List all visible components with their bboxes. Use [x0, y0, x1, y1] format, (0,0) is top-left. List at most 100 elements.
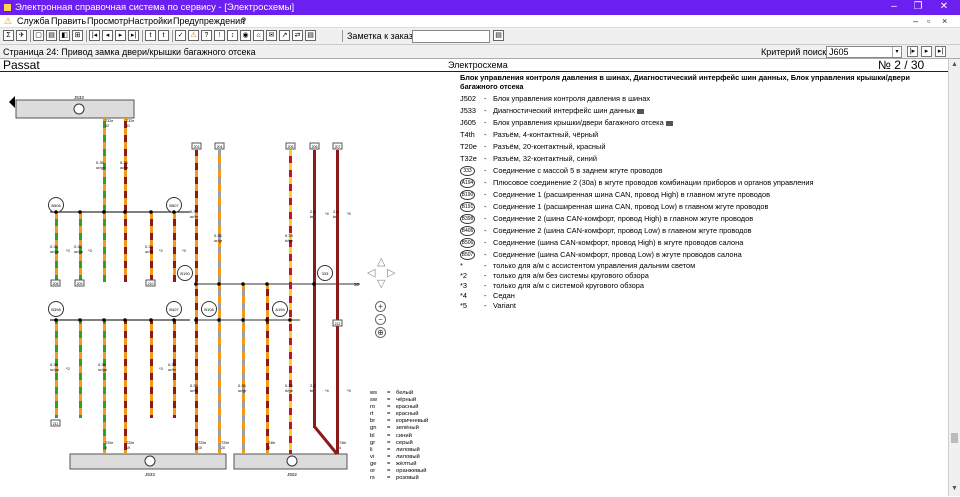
app-icon [3, 3, 12, 12]
prev-page-button[interactable]: ◂ [102, 30, 113, 41]
ref-box[interactable]: 212 [332, 319, 343, 327]
zoom-in-icon[interactable]: + [375, 301, 386, 312]
legend-dash: - [484, 166, 487, 175]
toolbar-separator [142, 30, 143, 42]
wire-or-gn [79, 320, 82, 418]
pan-up-icon[interactable]: △ [377, 255, 385, 268]
splice-b407[interactable]: B407 [166, 301, 182, 317]
mail-button[interactable]: ✉ [266, 30, 277, 41]
menu-view[interactable]: Просмотр [87, 15, 128, 28]
ref-box[interactable]: 205 [285, 142, 296, 150]
splice-b190[interactable]: B190 [177, 265, 193, 281]
search-last-button[interactable]: ▸| [935, 46, 946, 57]
note-button[interactable]: ▤ [493, 30, 504, 41]
ref-box[interactable]: 204 [214, 142, 225, 150]
menu-edit[interactable]: Править [51, 15, 86, 28]
search-criteria-select[interactable]: J605 ▾ [826, 46, 902, 58]
legend-row: T4th - Разъём, 4-контактный, чёрный [460, 129, 944, 141]
legend-note-row: *4 - Седан [460, 291, 944, 301]
color-sep: = [387, 460, 391, 467]
legend-row: J502- Блок управления контроля давления в… [460, 93, 944, 105]
legend-text: Соединение 2 (шина CAN-комфорт, провод H… [493, 214, 754, 223]
ref-box[interactable]: 211 [50, 419, 61, 427]
sum-button[interactable]: Σ [3, 30, 14, 41]
minimize-button[interactable]: – [882, 0, 906, 15]
wire-or-br [124, 320, 127, 454]
scroll-thumb[interactable] [951, 433, 958, 443]
legend-text: Разъём, 32-контактный, синий [493, 154, 597, 163]
legend-dash: - [484, 271, 487, 280]
ref-box[interactable]: 209 [74, 279, 85, 287]
splice-b398[interactable]: B398 [48, 301, 64, 317]
legend-row: A194- Плюсовое соединение 2 (30а) в жгуте… [460, 177, 944, 189]
first-page-button[interactable]: |◂ [89, 30, 100, 41]
legend-note-row: *3 - только для а/м с системой кругового о… [460, 281, 944, 291]
text-button[interactable]: t [145, 30, 156, 41]
zoom-out-icon[interactable]: − [375, 314, 386, 325]
mdi-close-button[interactable]: × [942, 15, 947, 28]
ref-box[interactable]: 203 [191, 142, 202, 150]
zoom-fit-icon[interactable]: ⊕ [375, 327, 386, 338]
menu-settings[interactable]: Настройки [128, 15, 172, 28]
legend-code: J605 [460, 118, 477, 127]
warning-button[interactable]: ⚠ [188, 30, 199, 41]
color-code: ws [370, 390, 378, 396]
sort-button[interactable]: ↕ [227, 30, 238, 41]
pan-down-icon[interactable]: ▽ [377, 277, 385, 290]
scroll-down-icon[interactable]: ▼ [951, 485, 958, 492]
menu-help[interactable]: ? [241, 15, 246, 28]
new-doc-button[interactable]: ▢ [33, 30, 44, 41]
wire-label: 0.35 or/gn [96, 160, 105, 170]
swap-button[interactable]: ⇄ [292, 30, 303, 41]
mdi-restore-button[interactable]: ▫ [927, 15, 930, 28]
vertical-scrollbar[interactable]: ▲ ▼ [948, 59, 960, 496]
legend-row: B406- Соединение 2 (шина CAN-комфорт, про… [460, 225, 944, 237]
search-next-button[interactable]: ▸ [921, 46, 932, 57]
chevron-down-icon[interactable]: ▾ [892, 47, 901, 57]
legend-note-text: только для а/м с системой кругового обзо… [493, 281, 644, 290]
menu-warnings[interactable]: Предупреждения [173, 15, 245, 28]
legend-code: T20e [460, 142, 477, 151]
grid-button[interactable]: ⊞ [72, 30, 83, 41]
ref-box[interactable]: 207 [332, 142, 343, 150]
wire-or-gr [218, 150, 221, 454]
search-first-button[interactable]: |▸ [907, 46, 918, 57]
scroll-up-icon[interactable]: ▲ [951, 61, 958, 68]
legend-item: Диагностический интерфейс шин данных [493, 105, 645, 117]
list-button[interactable]: ▤ [46, 30, 57, 41]
legend-row: 333- Соединение с массой 5 в заднем жгуте… [460, 165, 944, 177]
check-button[interactable]: ✓ [175, 30, 186, 41]
splice-333[interactable]: 333 [317, 265, 333, 281]
toolbar-separator [342, 30, 343, 42]
pan-right-icon[interactable]: ▷ [387, 266, 395, 279]
menu-service[interactable]: Служба [17, 15, 49, 28]
alert-button[interactable]: ! [214, 30, 225, 41]
table-button[interactable]: ▤ [305, 30, 316, 41]
pan-left-icon[interactable]: ◁ [367, 266, 375, 279]
home-button[interactable]: ⌂ [253, 30, 264, 41]
ref-box[interactable]: 210 [145, 279, 156, 287]
send-button[interactable]: ✈ [16, 30, 27, 41]
camera-icon[interactable] [665, 120, 673, 126]
wire-label: 0.35 or/br [190, 209, 199, 219]
legend-dash: - [484, 291, 487, 300]
next-page-button[interactable]: ▸ [115, 30, 126, 41]
splice-b108[interactable]: B108 [201, 301, 217, 317]
maximize-button[interactable]: ❐ [906, 0, 930, 15]
camera-icon[interactable] [637, 108, 645, 114]
ref-box[interactable]: 206 [309, 142, 320, 150]
question-button[interactable]: ? [201, 30, 212, 41]
ref-box[interactable]: 208 [50, 279, 61, 287]
wire-or-br [150, 320, 153, 418]
splice-a194[interactable]: A194 [272, 301, 288, 317]
order-note-input[interactable] [412, 30, 490, 43]
record-button[interactable]: ◉ [240, 30, 251, 41]
color-code: ge [370, 460, 377, 467]
last-page-button[interactable]: ▸| [128, 30, 139, 41]
export-button[interactable]: ↗ [279, 30, 290, 41]
close-button[interactable]: ✕ [932, 0, 956, 15]
legend-note-text: только для а/м без системы кругового обз… [493, 271, 649, 280]
text2-button[interactable]: t [158, 30, 169, 41]
view-button[interactable]: ◧ [59, 30, 70, 41]
mdi-minimize-button[interactable]: – [913, 15, 918, 28]
